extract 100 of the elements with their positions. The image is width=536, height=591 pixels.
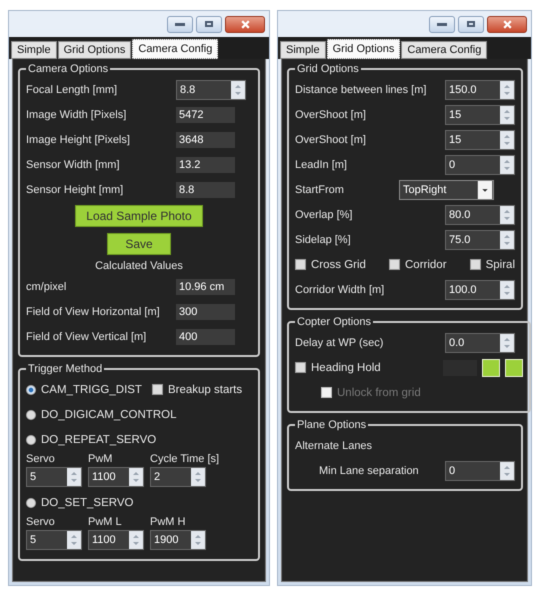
checkbox-icon[interactable]	[295, 362, 306, 373]
value-field: 10.96 cm	[176, 278, 235, 294]
small-button[interactable]	[505, 358, 523, 376]
field-label: Sensor Width [mm]	[26, 158, 121, 170]
tab[interactable]: Simple	[11, 41, 57, 59]
group-title: Copter Options	[296, 316, 372, 328]
value-field: 5472	[176, 106, 235, 122]
spinner-icon[interactable]	[500, 156, 514, 174]
field-label: OverShoot [m]	[295, 108, 367, 120]
field-label: Sidelap [%]	[295, 234, 352, 246]
value-field: 400	[176, 328, 235, 344]
checkbox-option[interactable]: Heading Hold	[295, 362, 435, 374]
number-field[interactable]: 150.0	[445, 80, 515, 100]
checkbox-option[interactable]: Corridor	[389, 258, 447, 270]
dropdown[interactable]: TopRight	[399, 180, 494, 200]
field-label: PwM H	[150, 516, 186, 528]
close-button[interactable]	[225, 16, 265, 32]
section-caption: Alternate Lanes	[295, 440, 372, 452]
minimize-button[interactable]	[167, 16, 193, 32]
small-button[interactable]	[482, 358, 500, 376]
spinner-icon[interactable]	[231, 80, 245, 98]
spinner-icon[interactable]	[500, 280, 514, 298]
number-field[interactable]: 75.0	[445, 230, 515, 250]
maximize-button[interactable]	[196, 16, 222, 32]
tab[interactable]: Camera Config	[401, 41, 488, 59]
close-icon	[240, 18, 250, 30]
spinner-icon[interactable]	[500, 334, 514, 352]
field-label: Corridor Width [m]	[295, 284, 386, 296]
number-field[interactable]: 1100	[88, 467, 144, 487]
checkbox-option[interactable]: Cross Grid	[295, 258, 366, 270]
minimize-icon	[437, 22, 447, 26]
field-label: cm/pixel	[26, 280, 68, 292]
radio-option[interactable]: DO_REPEAT_SERVO	[26, 434, 156, 446]
spinner-icon[interactable]	[500, 80, 514, 98]
radio-option[interactable]: CAM_TRIGG_DIST	[26, 384, 142, 396]
number-field[interactable]: 8.8	[176, 80, 246, 100]
number-field[interactable]: 0	[445, 154, 515, 174]
section-caption: Calculated Values	[95, 260, 183, 272]
checkbox-option[interactable]: Breakup starts	[152, 384, 242, 396]
checkbox-icon[interactable]	[389, 259, 400, 270]
tab[interactable]: Grid Options	[58, 41, 132, 59]
field-label: Image Height [Pixels]	[26, 134, 131, 146]
tab[interactable]: Camera Config	[132, 39, 218, 59]
tab[interactable]: Grid Options	[326, 39, 400, 59]
number-field[interactable]: 1900	[150, 530, 206, 550]
value-field: 3648	[176, 132, 235, 148]
value-field: 300	[176, 304, 235, 320]
group-title: Trigger Method	[27, 363, 104, 375]
maximize-icon	[205, 21, 213, 27]
group-title: Grid Options	[296, 63, 360, 75]
radio-option[interactable]: DO_DIGICAM_CONTROL	[26, 408, 176, 420]
checkbox-icon[interactable]	[295, 259, 306, 270]
radio-option[interactable]: DO_SET_SERVO	[26, 496, 134, 508]
field-label: OverShoot [m]	[295, 134, 367, 146]
number-field[interactable]: 100.0	[445, 280, 515, 300]
number-field[interactable]: 1100	[88, 530, 144, 550]
radio-icon[interactable]	[26, 410, 36, 420]
number-field[interactable]: 15	[445, 130, 515, 150]
field-label: Cycle Time [s]	[150, 453, 220, 465]
field-label: Overlap [%]	[295, 208, 354, 220]
checkbox-icon[interactable]	[470, 259, 481, 270]
number-field[interactable]: 5	[26, 530, 82, 550]
field-label: Servo	[26, 516, 56, 528]
spinner-icon[interactable]	[500, 130, 514, 148]
radio-icon[interactable]	[26, 434, 36, 444]
action-button[interactable]: Save	[107, 233, 171, 255]
field-label: Distance between lines [m]	[295, 84, 428, 96]
radio-icon[interactable]	[26, 384, 36, 394]
field-label: PwM	[88, 453, 114, 465]
group-title: Plane Options	[296, 419, 368, 431]
spinner-icon[interactable]	[500, 230, 514, 248]
field-label: Delay at WP (sec)	[295, 336, 384, 348]
tab[interactable]: Simple	[280, 41, 326, 59]
field-label: PwM L	[88, 516, 123, 528]
value-field: 13.2	[176, 156, 235, 172]
field-label: LeadIn [m]	[295, 158, 348, 170]
field-label: Field of View Horizontal [m]	[26, 306, 161, 318]
minimize-button[interactable]	[429, 16, 455, 32]
maximize-icon	[467, 21, 475, 27]
field-label: Focal Length [mm]	[26, 84, 118, 96]
spinner-icon[interactable]	[500, 462, 514, 480]
number-field[interactable]: 0	[445, 460, 515, 480]
spinner-icon[interactable]	[500, 106, 514, 124]
number-field[interactable]: 2	[150, 467, 206, 487]
number-field[interactable]: 15	[445, 104, 515, 124]
field-label: Sensor Height [mm]	[26, 184, 124, 196]
field-label: Min Lane separation	[319, 464, 420, 476]
number-field[interactable]: 80.0	[445, 204, 515, 224]
close-button[interactable]	[487, 16, 527, 32]
checkbox-option[interactable]: Spiral	[470, 258, 515, 270]
number-field[interactable]: 5	[26, 467, 82, 487]
value-field: 8.8	[176, 182, 235, 198]
close-icon	[502, 18, 512, 30]
radio-icon[interactable]	[26, 498, 36, 508]
action-button[interactable]: Load Sample Photo	[75, 205, 203, 227]
checkbox-icon[interactable]	[152, 384, 163, 395]
spinner-icon[interactable]	[500, 206, 514, 224]
maximize-button[interactable]	[458, 16, 484, 32]
number-field[interactable]: 0.0	[445, 332, 515, 352]
minimize-icon	[175, 22, 185, 26]
